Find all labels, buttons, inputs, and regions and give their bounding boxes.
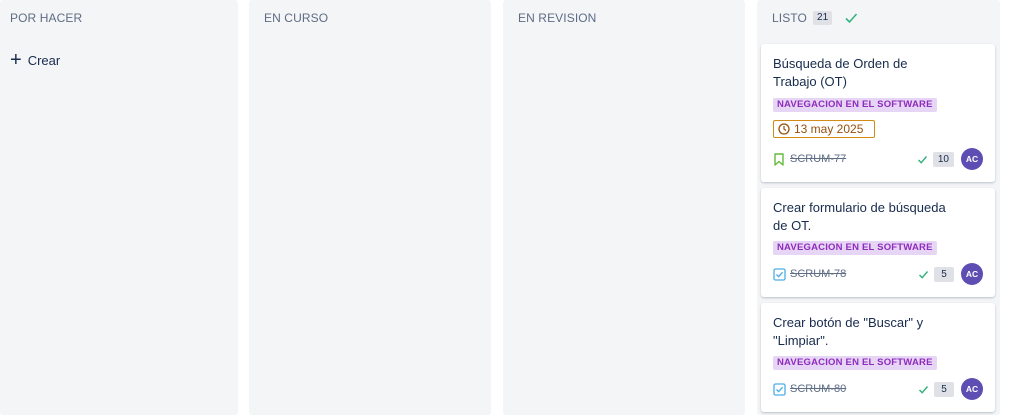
column-en-revision: EN REVISION [503, 0, 745, 415]
create-label: Crear [27, 52, 61, 68]
column-header: LISTO 21 [772, 10, 858, 26]
bookmark-icon [773, 152, 787, 166]
issue-card[interactable]: Crear botón de "Buscar" y "Limpiar". NAV… [761, 303, 995, 412]
issue-card[interactable]: Búsqueda de Orden de Trabajo (OT) NAVEGA… [761, 44, 995, 182]
issue-key-link[interactable]: SCRUM-80 [790, 383, 846, 395]
card-title: Búsqueda de Orden de Trabajo (OT) [773, 56, 908, 89]
story-points-badge: 10 [932, 151, 954, 167]
resolved-check-icon [918, 384, 929, 395]
column-header: POR HACER [10, 10, 82, 26]
column-por-hacer: POR HACER + Crear [0, 0, 238, 415]
create-issue-button[interactable]: + Crear [10, 49, 61, 71]
due-date-text: 13 may 2025 [794, 122, 864, 136]
plus-icon: + [10, 49, 22, 71]
card-footer: SCRUM-80 5 AC [773, 378, 983, 400]
resolved-check-icon [918, 269, 929, 280]
assignee-avatar[interactable]: AC [961, 263, 983, 285]
column-title: POR HACER [10, 11, 83, 25]
column-en-curso: EN CURSO [249, 0, 491, 415]
due-date-badge: 13 may 2025 [773, 120, 875, 138]
column-title: EN CURSO [264, 11, 329, 25]
card-title: Crear botón de "Buscar" y "Limpiar". [773, 315, 924, 348]
assignee-avatar[interactable]: AC [961, 378, 983, 400]
column-title: LISTO [772, 11, 807, 25]
card-footer: SCRUM-78 5 AC [773, 263, 983, 285]
story-points-badge: 5 [934, 266, 954, 282]
assignee-avatar[interactable]: AC [961, 148, 983, 170]
checkbox-icon [773, 382, 787, 396]
epic-label[interactable]: NAVEGACION EN EL SOFTWARE [773, 356, 937, 370]
column-header: EN REVISION [518, 10, 596, 26]
column-title: EN REVISION [518, 11, 597, 25]
done-check-icon [844, 11, 858, 25]
issue-card[interactable]: Crear formulario de búsqueda de OT. NAVE… [761, 188, 995, 297]
clock-icon [778, 123, 790, 135]
epic-label[interactable]: NAVEGACION EN EL SOFTWARE [773, 241, 937, 255]
column-header: EN CURSO [264, 10, 328, 26]
checkbox-icon [773, 267, 787, 281]
issue-count-badge: 21 [812, 11, 833, 25]
issue-key-link[interactable]: SCRUM-77 [790, 153, 846, 165]
story-points-badge: 5 [934, 381, 954, 397]
resolved-check-icon [917, 154, 928, 165]
issue-key-link[interactable]: SCRUM-78 [790, 268, 846, 280]
card-footer: SCRUM-77 10 AC [773, 148, 983, 170]
card-title: Crear formulario de búsqueda de OT. [773, 200, 946, 233]
epic-label[interactable]: NAVEGACION EN EL SOFTWARE [773, 98, 937, 112]
